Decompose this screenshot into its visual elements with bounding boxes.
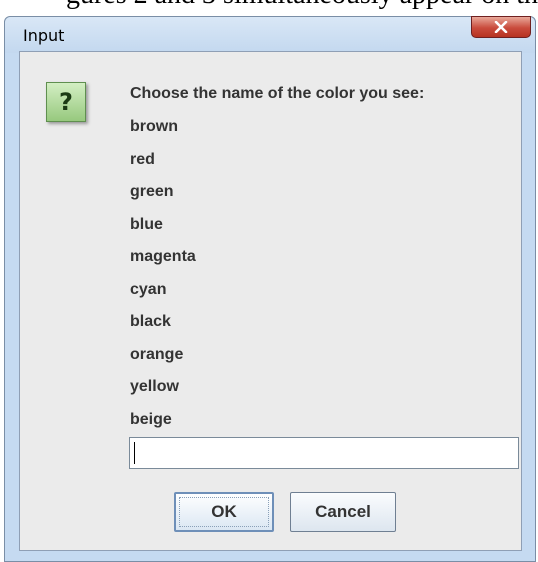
cancel-button[interactable]: Cancel — [290, 492, 396, 532]
list-item: green — [130, 183, 174, 200]
text-caret — [134, 442, 135, 464]
title-bar[interactable]: Input — [5, 16, 535, 53]
list-item: cyan — [130, 280, 167, 298]
list-item: brown — [130, 118, 178, 135]
close-icon — [494, 21, 508, 33]
focus-ring — [179, 497, 269, 527]
list-item: blue — [130, 215, 163, 233]
list-item: orange — [130, 345, 184, 363]
list-item: black — [130, 313, 171, 330]
dialog-content: ? Choose the name of the color you see: … — [19, 51, 522, 551]
question-icon: ? — [46, 82, 86, 122]
list-item: yellow — [130, 378, 179, 395]
background-document-text: gures 2 and 3 simultaneously appear on t… — [0, 0, 538, 13]
close-button[interactable] — [471, 16, 531, 38]
input-dialog: Input ? Choose the name of the color you… — [4, 16, 536, 562]
list-item: red — [130, 150, 155, 168]
color-options-list: brown red green blue magenta cyan black … — [130, 117, 196, 442]
window-title: Input — [23, 26, 65, 45]
cancel-button-label: Cancel — [315, 502, 371, 521]
answer-input[interactable] — [129, 437, 519, 469]
list-item: magenta — [130, 248, 196, 265]
prompt-label: Choose the name of the color you see: — [130, 85, 425, 102]
ok-button[interactable]: OK — [174, 492, 274, 532]
